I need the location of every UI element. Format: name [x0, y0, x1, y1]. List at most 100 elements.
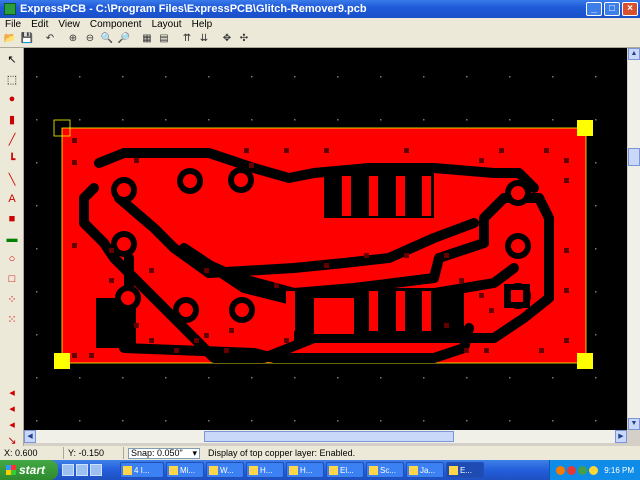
pcb-layout[interactable]: [24, 48, 627, 430]
taskbar-button[interactable]: H...: [286, 462, 324, 478]
ic-pad: [422, 176, 431, 216]
grid-dot: [466, 420, 468, 422]
circle-tool-icon[interactable]: ○: [3, 250, 21, 268]
taskbar-button[interactable]: Sc...: [366, 462, 404, 478]
maximize-button[interactable]: □: [604, 2, 620, 16]
horizontal-scrollbar[interactable]: ◀ ▶: [24, 430, 627, 443]
app-icon: [329, 465, 338, 475]
taskbar-button[interactable]: W...: [206, 462, 244, 478]
grid-dot: [552, 76, 554, 78]
zoom-fit-icon[interactable]: 🔍: [99, 31, 115, 46]
main-toolbar: 📂 💾 ↶ ⊕ ⊖ 🔍 🔎 ▦ ▤ ⇈ ⇊ ✥ ✣: [0, 30, 640, 48]
zoom-window-icon[interactable]: 🔎: [116, 31, 132, 46]
grid-dot: [36, 377, 38, 379]
rect-select-tool-icon[interactable]: ⬚: [3, 70, 21, 88]
menu-help[interactable]: Help: [187, 19, 218, 30]
taskbar-button[interactable]: Ja...: [406, 462, 444, 478]
place-component-tool-icon[interactable]: ▮: [3, 110, 21, 128]
grid-dot: [595, 420, 597, 422]
flip-down-icon[interactable]: ⇊: [196, 31, 212, 46]
app-icon: [409, 465, 418, 475]
via: [484, 348, 489, 353]
mirror-tool-icon[interactable]: ↘: [3, 433, 21, 447]
quick-launch-icon[interactable]: [76, 464, 88, 476]
zoom-in-icon[interactable]: ⊕: [65, 31, 81, 46]
via-tool-icon[interactable]: ⁘: [3, 290, 21, 308]
tray-icon[interactable]: [567, 465, 577, 475]
silk-layer-tool-icon[interactable]: ◂: [3, 417, 21, 431]
via: [564, 248, 569, 253]
tray-icon[interactable]: [556, 465, 566, 475]
menu-edit[interactable]: Edit: [26, 19, 53, 30]
save-icon[interactable]: 💾: [19, 31, 35, 46]
text-tool-icon[interactable]: A: [3, 190, 21, 208]
outline-tool-icon[interactable]: □: [3, 270, 21, 288]
layer-view-icon[interactable]: ▦: [139, 31, 155, 46]
top-layer-tool-icon[interactable]: ◂: [3, 385, 21, 399]
start-button[interactable]: start: [0, 460, 58, 480]
grid-dot: [36, 76, 38, 78]
tray-icon[interactable]: [589, 465, 599, 475]
scroll-right-arrow-icon[interactable]: ▶: [615, 430, 627, 443]
pcb-canvas[interactable]: [24, 48, 627, 430]
grid-dot: [466, 377, 468, 379]
grid-dot: [294, 377, 296, 379]
horizontal-scroll-thumb[interactable]: [204, 431, 454, 442]
trace-corner-tool-icon[interactable]: ┗: [3, 150, 21, 168]
quick-launch-icon[interactable]: [62, 464, 74, 476]
close-button[interactable]: ×: [622, 2, 638, 16]
grid-tool-icon[interactable]: ⁙: [3, 310, 21, 328]
scroll-left-arrow-icon[interactable]: ◀: [24, 430, 36, 443]
taskbar-button-label: El...: [340, 465, 354, 475]
expresspcb-app-icon: [4, 3, 16, 15]
taskbar-button-label: Ja...: [420, 465, 436, 475]
taskbar-button[interactable]: Mi...: [166, 462, 204, 478]
move-icon[interactable]: ✥: [219, 31, 235, 46]
undo-icon[interactable]: ↶: [42, 31, 58, 46]
flip-up-icon[interactable]: ⇈: [179, 31, 195, 46]
grid-dot: [595, 76, 597, 78]
layer-swap-icon[interactable]: ▤: [156, 31, 172, 46]
via: [244, 148, 249, 153]
scroll-down-arrow-icon[interactable]: ▼: [628, 418, 640, 430]
taskbar-button[interactable]: H...: [246, 462, 284, 478]
green-layer-tool-icon[interactable]: ▬: [3, 230, 21, 248]
through-hole-pad-center: [511, 239, 525, 253]
menu-layout[interactable]: Layout: [147, 19, 187, 30]
tray-icon[interactable]: [578, 465, 588, 475]
place-pad-tool-icon[interactable]: ●: [3, 90, 21, 108]
grid-dot: [595, 291, 597, 293]
vertical-scrollbar[interactable]: ▲ ▼: [627, 48, 640, 430]
fill-tool-icon[interactable]: ■: [3, 210, 21, 228]
taskbar-button[interactable]: El...: [326, 462, 364, 478]
snap-select[interactable]: Snap: 0.050" ▾: [128, 447, 200, 459]
diagonal-trace-tool-icon[interactable]: ╲: [3, 170, 21, 188]
via: [149, 338, 154, 343]
bottom-layer-tool-icon[interactable]: ◂: [3, 401, 21, 415]
trace-tool-icon[interactable]: ╱: [3, 130, 21, 148]
grid-dot: [423, 119, 425, 121]
grid-dot: [509, 377, 511, 379]
menu-view[interactable]: View: [53, 19, 85, 30]
menu-file[interactable]: File: [0, 19, 26, 30]
grid-dot: [251, 76, 253, 78]
via: [564, 178, 569, 183]
open-icon[interactable]: 📂: [2, 31, 18, 46]
taskbar-button[interactable]: 4 I...: [120, 462, 164, 478]
via: [72, 243, 77, 248]
taskbar-button-label: E...: [460, 465, 473, 475]
through-hole-pad-center: [234, 173, 248, 187]
start-label: start: [19, 463, 46, 477]
grid-dot: [423, 420, 425, 422]
minimize-button[interactable]: _: [586, 2, 602, 16]
select-tool-icon[interactable]: ↖: [3, 50, 21, 68]
through-hole-pad-center: [511, 186, 525, 200]
vertical-scroll-thumb[interactable]: [628, 148, 640, 166]
quick-launch-icon[interactable]: [90, 464, 102, 476]
pan-icon[interactable]: ✣: [236, 31, 252, 46]
tool-palette: ↖ ⬚ ● ▮ ╱ ┗ ╲ A ■ ▬ ○ □ ⁘ ⁙ ◂ ◂ ◂ ↘: [0, 48, 24, 447]
taskbar-button[interactable]: E...: [446, 462, 484, 478]
scroll-up-arrow-icon[interactable]: ▲: [628, 48, 640, 60]
menu-component[interactable]: Component: [85, 19, 147, 30]
zoom-out-icon[interactable]: ⊖: [82, 31, 98, 46]
